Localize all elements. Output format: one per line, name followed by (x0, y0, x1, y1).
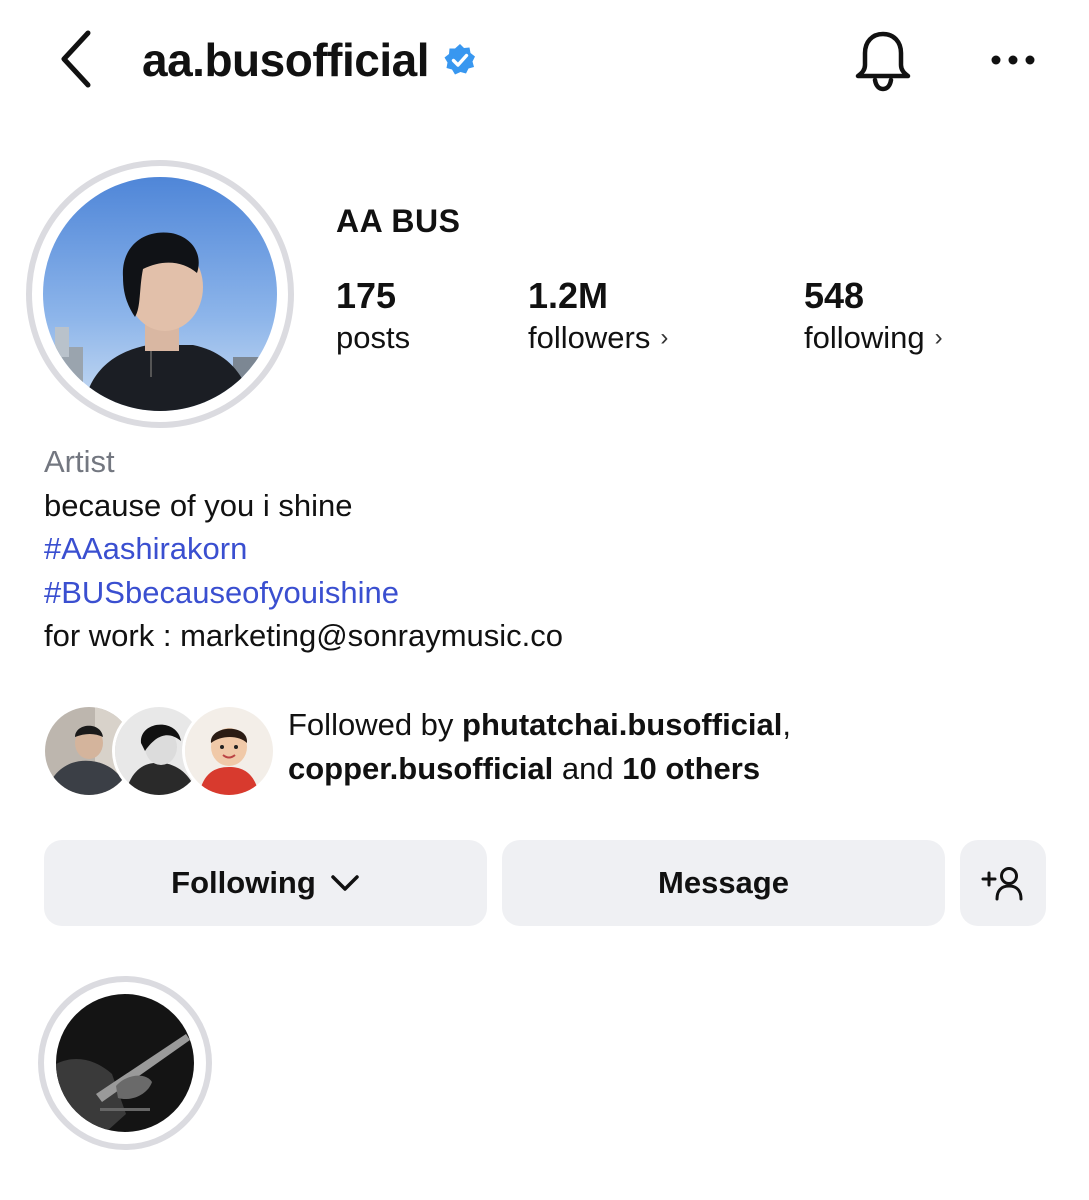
message-button[interactable]: Message (502, 840, 945, 926)
mutual-followers-avatars[interactable] (42, 704, 276, 798)
followed-by-middle: and (553, 751, 623, 786)
posts-label: posts (336, 320, 411, 355)
chevron-left-icon (61, 30, 91, 88)
bio-line: because of you i shine (44, 487, 353, 523)
highlight-cover (56, 994, 194, 1132)
profile-header: aa.busofficial (142, 30, 477, 90)
followers-value: 1.2M (528, 275, 609, 316)
avatar-image (43, 177, 277, 411)
hashtag-link[interactable]: #BUSbecauseofyouishine (44, 571, 563, 615)
add-person-icon (981, 867, 1023, 901)
more-horizontal-icon (991, 55, 1035, 65)
following-label: following (804, 320, 925, 355)
username: aa.busofficial (142, 34, 429, 86)
chevron-down-icon (331, 875, 359, 891)
followed-by-comma: , (782, 707, 792, 742)
bio-contact: for work : marketing@sonraymusic.co (44, 618, 564, 653)
followed-by-prefix: Followed by (288, 707, 463, 742)
display-name: AA BUS (336, 203, 461, 239)
posts-count[interactable]: 175 posts (336, 274, 410, 358)
chevron-right-icon: › (934, 324, 943, 351)
mutual-avatar (182, 704, 276, 798)
verified-badge-icon (443, 43, 477, 77)
bio-category: Artist (44, 444, 115, 479)
back-button[interactable] (50, 26, 102, 92)
message-button-label: Message (658, 865, 789, 900)
hashtag-link[interactable]: #AAashirakorn (44, 527, 563, 571)
bell-icon (855, 31, 911, 92)
chevron-right-icon: › (660, 324, 669, 351)
following-button-label: Following (171, 865, 316, 900)
suggested-users-button[interactable] (960, 840, 1046, 926)
more-options-button[interactable] (985, 40, 1041, 80)
mutual-user-link[interactable]: phutatchai.busofficial (462, 707, 782, 742)
notifications-button[interactable] (850, 26, 916, 94)
posts-value: 175 (336, 275, 397, 316)
mutual-others-link[interactable]: 10 others (622, 751, 760, 786)
following-button[interactable]: Following (44, 840, 487, 926)
followers-label: followers (528, 320, 651, 355)
profile-avatar[interactable] (26, 160, 294, 428)
followers-count[interactable]: 1.2M followers › (528, 274, 668, 358)
followed-by-text[interactable]: Followed by phutatchai.busofficial, coppe… (288, 703, 1048, 791)
mutual-user-link[interactable]: copper.busofficial (288, 751, 553, 786)
bio: Artist because of you i shine #AAashirak… (44, 440, 563, 658)
story-highlight[interactable] (38, 976, 212, 1150)
following-count[interactable]: 548 following › (804, 274, 943, 358)
following-value: 548 (804, 275, 865, 316)
